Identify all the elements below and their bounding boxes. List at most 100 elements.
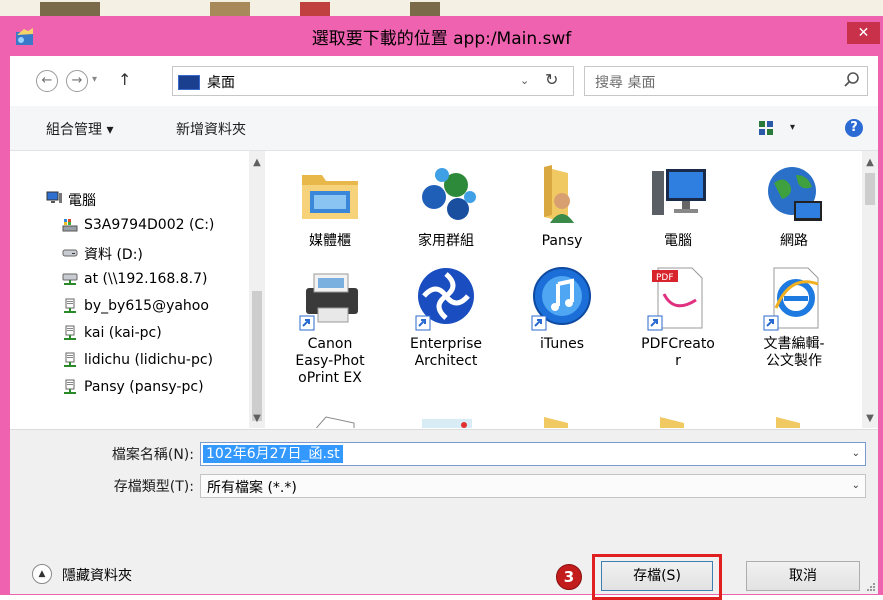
file-item-document-editor[interactable]: 文書編輯- 公文製作 xyxy=(746,264,842,414)
filename-label: 檔案名稱(N): xyxy=(111,447,194,463)
help-icon[interactable]: ? xyxy=(845,119,863,137)
refresh-button[interactable]: ↻ xyxy=(545,70,558,89)
file-item-partial[interactable] xyxy=(398,413,494,428)
computer-icon xyxy=(652,169,706,215)
file-label: 網路 xyxy=(780,233,808,249)
recent-locations-dropdown[interactable]: ▾ xyxy=(92,74,97,85)
document-icon xyxy=(315,416,355,428)
file-item-partial[interactable] xyxy=(282,413,378,428)
filetype-value: 所有檔案 (*.*) xyxy=(207,480,297,496)
scrollbar-thumb[interactable] xyxy=(865,173,875,205)
file-item-enterprise-architect[interactable]: Enterprise Architect xyxy=(398,264,494,414)
nav-item-label: lidichu (lidichu-pc) xyxy=(84,352,214,368)
organize-menu[interactable]: 組合管理 ▾ xyxy=(46,119,113,139)
filename-input[interactable]: 102年6月27日_函.st ⌄ xyxy=(200,442,866,466)
file-item-libraries[interactable]: 媒體櫃 xyxy=(282,161,378,261)
desktop-icon xyxy=(178,75,200,90)
view-options-dropdown[interactable]: ▾ xyxy=(790,122,795,133)
back-button[interactable]: ← xyxy=(36,70,58,92)
file-item-network[interactable]: 網路 xyxy=(746,161,842,261)
filename-dropdown-button[interactable]: ⌄ xyxy=(852,448,860,459)
file-label: Enterprise Architect xyxy=(398,336,494,370)
scroll-down-arrow[interactable]: ▼ xyxy=(249,413,265,424)
file-label-line: PDFCreato xyxy=(641,336,715,352)
file-item-computer[interactable]: 電腦 xyxy=(630,161,726,261)
file-label: 文書編輯- 公文製作 xyxy=(746,336,842,370)
library-folder-icon xyxy=(302,175,358,219)
file-item-partial[interactable] xyxy=(514,413,610,428)
file-label-line: iTunes xyxy=(540,336,584,352)
file-label: 電腦 xyxy=(664,233,692,249)
file-item-partial[interactable] xyxy=(630,413,726,428)
address-location[interactable]: 桌面 xyxy=(207,72,235,92)
address-dropdown-button[interactable]: ⌄ xyxy=(520,74,529,87)
up-button[interactable]: ↑ xyxy=(118,70,131,89)
file-item-pdfcreator[interactable]: PDF PDFCreato r xyxy=(630,264,726,414)
homegroup-icon xyxy=(422,168,476,220)
background-window-fragment xyxy=(300,2,330,16)
file-label-line: Enterprise xyxy=(409,336,483,352)
computer-icon xyxy=(46,191,62,203)
new-folder-button[interactable]: 新增資料夾 xyxy=(176,119,246,139)
folder-icon xyxy=(544,417,568,428)
cancel-button[interactable]: 取消 xyxy=(746,561,860,591)
file-label: 媒體櫃 xyxy=(309,233,351,249)
hide-folders-button[interactable]: ▲ 隱藏資料夾 xyxy=(32,562,232,586)
search-input[interactable]: 搜尋 桌面 xyxy=(584,66,868,96)
save-button[interactable]: 存檔(S) xyxy=(601,561,713,591)
navigation-scrollbar[interactable]: ▲ ▼ xyxy=(249,151,265,428)
background-window-fragment xyxy=(410,2,440,16)
view-options-icon[interactable] xyxy=(758,120,774,136)
file-label-line: Canon xyxy=(307,336,353,352)
forward-button[interactable]: → xyxy=(66,70,88,92)
dialog-body: ← → ▾ ↑ 桌面 ⌄ ↻ 搜尋 桌面 組合管理 ▾ 新增資料夾 ▾ ? 電腦… xyxy=(10,56,878,600)
save-form: 檔案名稱(N): 102年6月27日_函.st ⌄ 存檔類型(T): 所有檔案 … xyxy=(10,429,878,600)
nav-item-label: 電腦 xyxy=(68,193,96,209)
file-list: 媒體櫃 家用群組 Pansy 電腦 網路 Canon Easy-Phot oPr… xyxy=(282,151,862,428)
file-list-scrollbar[interactable]: ▲ ▼ xyxy=(862,151,878,428)
drive-icon xyxy=(62,219,78,232)
file-item-homegroup[interactable]: 家用群組 xyxy=(398,161,494,261)
scroll-up-arrow[interactable]: ▲ xyxy=(249,157,265,168)
filename-value[interactable]: 102年6月27日_函.st xyxy=(203,445,343,463)
window-title: 選取要下載的位置 app:/Main.swf xyxy=(311,29,572,49)
file-label-line: r xyxy=(675,353,681,369)
scroll-down-arrow[interactable]: ▼ xyxy=(862,413,878,424)
close-button[interactable]: ✕ xyxy=(847,22,880,44)
file-label-line: Easy-Phot xyxy=(295,353,365,369)
network-share-icon xyxy=(64,352,76,367)
user-folder-icon xyxy=(544,165,574,223)
network-icon xyxy=(768,167,822,221)
folder-icon xyxy=(776,417,800,428)
resize-grip-icon[interactable] xyxy=(866,582,876,592)
filetype-label: 存檔類型(T): xyxy=(113,479,194,495)
filetype-dropdown-button[interactable]: ⌄ xyxy=(852,480,860,491)
title-bar[interactable]: 選取要下載的位置 app:/Main.swf ✕ xyxy=(0,16,883,56)
file-item-itunes[interactable]: iTunes xyxy=(514,264,610,414)
search-icon[interactable] xyxy=(843,71,861,89)
file-item-partial[interactable] xyxy=(746,413,842,428)
scroll-up-arrow[interactable]: ▲ xyxy=(862,157,878,168)
printer-shortcut-icon xyxy=(299,273,358,331)
command-bar: 組合管理 ▾ 新增資料夾 ▾ ? xyxy=(10,106,878,151)
background-window-fragment xyxy=(40,2,100,16)
hide-folders-label: 隱藏資料夾 xyxy=(62,568,132,584)
file-label-line: oPrint EX xyxy=(298,370,362,386)
file-label: PDFCreato r xyxy=(630,336,726,370)
network-drive-icon xyxy=(62,273,78,285)
address-bar[interactable]: 桌面 ⌄ ↻ xyxy=(172,66,574,96)
navigation-pane: 電腦 S3A9794D002 (C:) 資料 (D:) at (\\192.16… xyxy=(10,151,265,428)
ie-icon xyxy=(763,267,819,331)
nav-item-label: Pansy (pansy-pc) xyxy=(84,379,204,395)
file-item-canon-easy-photoprint[interactable]: Canon Easy-Phot oPrint EX xyxy=(282,264,378,414)
nav-item-label: by_by615@yahoo xyxy=(84,298,209,314)
scrollbar-thumb[interactable] xyxy=(252,291,262,421)
file-label: Canon Easy-Phot oPrint EX xyxy=(282,336,378,387)
network-share-icon xyxy=(64,379,76,394)
file-item-user-folder[interactable]: Pansy xyxy=(514,161,610,261)
search-placeholder: 搜尋 桌面 xyxy=(595,75,656,91)
file-label-line: 文書編輯- xyxy=(763,336,825,352)
file-label: Pansy xyxy=(541,233,583,249)
filetype-select[interactable]: 所有檔案 (*.*) ⌄ xyxy=(200,474,866,498)
nav-item-label: 資料 (D:) xyxy=(84,247,143,263)
